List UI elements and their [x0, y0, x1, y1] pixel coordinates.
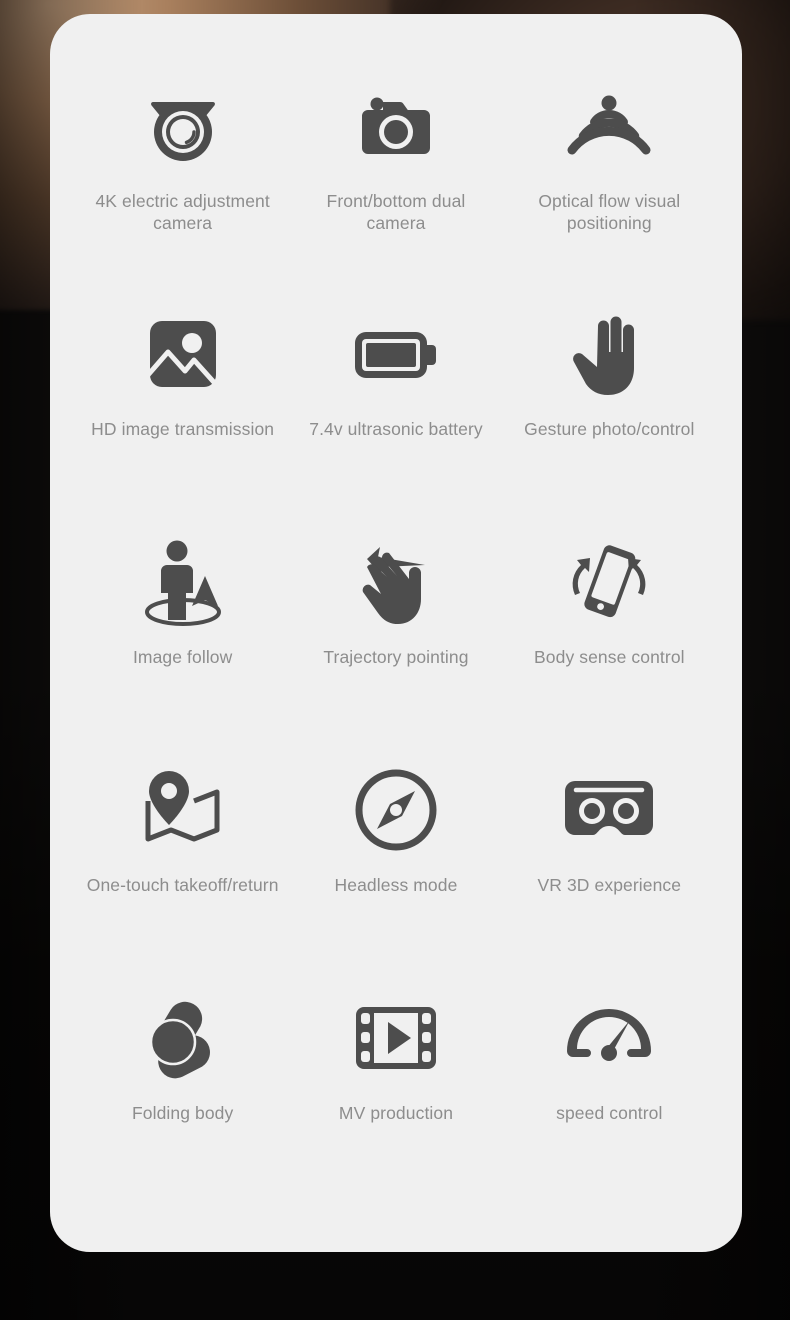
film-play-icon	[353, 984, 439, 1092]
feature-label: One-touch takeoff/return	[86, 875, 279, 895]
feature-item[interactable]: Body sense control	[503, 528, 716, 756]
feature-label: Front/bottom dual camera	[326, 191, 466, 233]
feature-label: HD image transmission	[91, 419, 275, 439]
feature-item[interactable]: MV production	[289, 984, 502, 1212]
hand-palm-icon	[571, 300, 647, 408]
phone-tilt-icon	[561, 528, 657, 636]
vr-goggles-icon	[563, 756, 655, 864]
feature-item[interactable]: speed control	[503, 984, 716, 1212]
battery-icon	[351, 300, 441, 408]
feature-label: VR 3D experience	[537, 875, 682, 895]
feature-item[interactable]: Headless mode	[289, 756, 502, 984]
feature-item[interactable]: Folding body	[76, 984, 289, 1212]
hand-swipe-icon	[353, 528, 439, 636]
feature-label: 4K electric adjustment camera	[95, 191, 270, 233]
feature-label: Image follow	[132, 647, 233, 667]
feature-item[interactable]: Optical flow visual positioning	[503, 72, 716, 300]
feature-item[interactable]: HD image transmission	[76, 300, 289, 528]
feature-label: 7.4v ultrasonic battery	[309, 419, 483, 439]
feature-item[interactable]: Image follow	[76, 528, 289, 756]
feature-label: Body sense control	[534, 647, 685, 667]
feature-item[interactable]: One-touch takeoff/return	[76, 756, 289, 984]
folding-arms-icon	[142, 984, 224, 1092]
feature-label: Trajectory pointing	[323, 647, 469, 667]
speedometer-icon	[563, 984, 655, 1092]
feature-item[interactable]: Gesture photo/control	[503, 300, 716, 528]
feature-item[interactable]: Trajectory pointing	[289, 528, 502, 756]
compass-icon	[353, 756, 439, 864]
feature-label: Gesture photo/control	[524, 419, 695, 439]
feature-label: Folding body	[131, 1103, 234, 1123]
person-follow-icon	[139, 528, 227, 636]
feature-label: speed control	[556, 1103, 663, 1123]
feature-card: 4K electric adjustment camera Front/bott…	[50, 14, 742, 1252]
photo-camera-icon	[353, 72, 439, 180]
signal-waves-icon	[561, 72, 657, 180]
feature-label: Optical flow visual positioning	[538, 191, 681, 233]
image-picture-icon	[144, 300, 222, 408]
map-pin-icon	[138, 756, 228, 864]
dome-camera-icon	[137, 72, 229, 180]
feature-item[interactable]: VR 3D experience	[503, 756, 716, 984]
feature-item[interactable]: 4K electric adjustment camera	[76, 72, 289, 300]
feature-label: MV production	[338, 1103, 454, 1123]
screenshot-root: 4K electric adjustment camera Front/bott…	[0, 0, 790, 1320]
feature-item[interactable]: Front/bottom dual camera	[289, 72, 502, 300]
feature-label: Headless mode	[334, 875, 458, 895]
feature-item[interactable]: 7.4v ultrasonic battery	[289, 300, 502, 528]
feature-grid: 4K electric adjustment camera Front/bott…	[76, 72, 716, 1212]
